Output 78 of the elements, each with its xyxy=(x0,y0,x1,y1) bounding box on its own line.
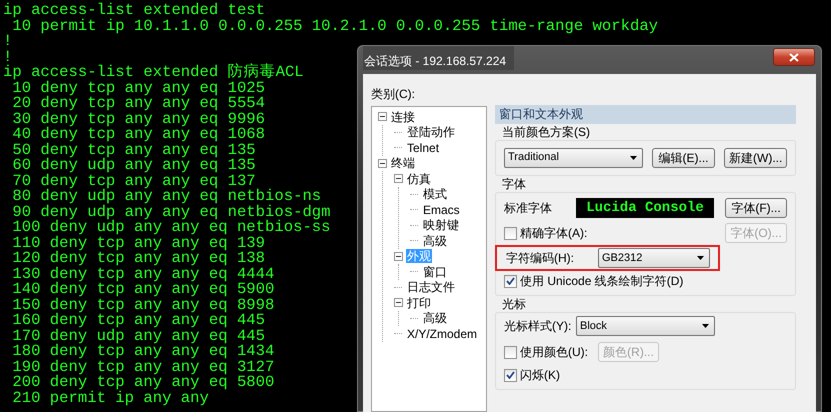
terminal-line: ip access-list extended test xyxy=(3,3,266,18)
tree-item[interactable]: Emacs xyxy=(422,202,461,217)
checkbox[interactable] xyxy=(504,368,517,382)
tree-item[interactable]: 日志文件 xyxy=(406,280,456,294)
terminal-line: 20 deny tcp any any eq 5554 xyxy=(11,96,266,112)
terminal-line: 130 deny tcp any any eq 4444 xyxy=(11,266,274,282)
button[interactable]: 新建(W)... xyxy=(724,148,787,168)
dropdown[interactable]: Block xyxy=(576,316,715,336)
dropdown[interactable]: Traditional xyxy=(504,148,643,168)
collapse-icon[interactable] xyxy=(394,174,403,184)
group-label: 光标 xyxy=(501,296,526,312)
terminal-line: 140 deny tcp any any eq 5900 xyxy=(11,282,274,298)
terminal-line: 190 deny tcp any any eq 3127 xyxy=(11,360,274,375)
tree-item[interactable]: 模式 xyxy=(422,187,448,202)
terminal-line: 150 deny tcp any any eq 8998 xyxy=(11,298,274,313)
checkbox[interactable] xyxy=(504,346,517,358)
collapse-icon[interactable] xyxy=(378,158,387,168)
checkbox-label: 闪烁(K) xyxy=(520,367,560,384)
dropdown-value: Traditional xyxy=(508,150,559,166)
close-icon xyxy=(789,52,799,62)
category-label: 类别(C): xyxy=(371,86,416,103)
terminal-line: 90 deny udp any any eq netbios-dgm xyxy=(11,204,331,220)
font-label: 标准字体 xyxy=(504,200,553,217)
tree-item[interactable]: 连接 xyxy=(390,110,416,124)
dropdown-arrow-icon xyxy=(702,324,709,328)
dropdown-arrow-icon xyxy=(697,256,704,260)
button[interactable]: 编辑(E)... xyxy=(652,148,715,168)
terminal-line: 50 deny tcp any any eq 135 xyxy=(11,142,256,158)
tree-item[interactable]: 登陆动作 xyxy=(406,125,456,140)
checkbox[interactable] xyxy=(504,274,517,288)
dropdown-value: Block xyxy=(580,318,607,334)
tree-item[interactable]: 仿真 xyxy=(406,172,432,186)
dropdown-value: GB2312 xyxy=(602,250,642,266)
terminal-line: ! xyxy=(3,34,12,50)
group-label: 当前颜色方案(S) xyxy=(501,124,590,140)
terminal-line: 30 deny tcp any any eq 9996 xyxy=(11,112,266,127)
panel-header: 窗口和文本外观 xyxy=(495,105,796,124)
tree-item[interactable]: X/Y/Zmodem xyxy=(406,326,478,341)
terminal-line: 80 deny udp any any eq netbios-ns xyxy=(11,189,322,204)
category-tree[interactable]: 连接 登陆动作 Telnet 终端 仿真 模式 Emacs 映射键 高级 外观 窗口 日志文件 打印 高级 X/Y/Zmodem xyxy=(371,106,487,412)
terminal-line: 210 permit ip any any xyxy=(11,390,209,406)
tree-item[interactable]: 终端 xyxy=(390,156,416,170)
terminal-line: 10 permit ip 10.1.1.0 0.0.0.255 10.2.1.0 0.0.0.255 time-range workday xyxy=(12,18,658,34)
collapse-icon[interactable] xyxy=(394,252,403,261)
group-label: 字体 xyxy=(501,176,526,192)
terminal-line: 170 deny udp any any eq 445 xyxy=(11,328,266,344)
dropdown[interactable]: GB2312 xyxy=(598,248,710,268)
terminal-line: 10 deny tcp any any eq 1025 xyxy=(12,80,266,96)
terminal-line: 60 deny udp any any eq 135 xyxy=(11,158,256,174)
cursor-style-label: 光标样式(Y): xyxy=(504,318,572,335)
terminal-line: 70 deny tcp any any eq 137 xyxy=(11,174,256,189)
terminal-line: 180 deny tcp any any eq 1434 xyxy=(11,344,274,360)
font-preview: Lucida Console xyxy=(576,198,714,218)
terminal-line: 120 deny tcp any any eq 138 xyxy=(11,251,266,266)
button[interactable]: 字体(F)... xyxy=(725,198,787,218)
dropdown-arrow-icon xyxy=(630,156,637,160)
terminal-line: ip access-list extended 防病毒ACL xyxy=(3,65,304,80)
tree-item[interactable]: 映射键 xyxy=(422,218,460,232)
terminal-line: 110 deny tcp any any eq 139 xyxy=(11,236,266,251)
tree-item[interactable]: 高级 xyxy=(422,311,448,326)
tree-item[interactable]: 窗口 xyxy=(422,264,448,279)
window-title: 会话选项 - 192.168.57.224 xyxy=(363,46,514,70)
checkbox-label: 精确字体(A): xyxy=(520,225,588,242)
close-button[interactable] xyxy=(773,48,815,66)
terminal-line: 160 deny tcp any any eq 445 xyxy=(11,313,266,328)
encoding-label: 字符编码(H): xyxy=(506,250,575,267)
tree-item[interactable]: Telnet xyxy=(406,140,440,155)
checkbox-label: 使用 Unicode 线条绘制字符(D) xyxy=(520,273,684,290)
tree-item[interactable]: 高级 xyxy=(422,234,448,248)
terminal-line: ! xyxy=(3,50,12,65)
collapse-icon[interactable] xyxy=(378,112,387,122)
collapse-icon[interactable] xyxy=(394,298,403,308)
terminal-line: 40 deny tcp any any eq 1068 xyxy=(11,127,266,142)
terminal-line: 100 deny udp any any eq netbios-ss xyxy=(11,220,331,236)
terminal-line: 200 deny tcp any any eq 5800 xyxy=(11,375,274,390)
checkbox[interactable] xyxy=(504,226,517,240)
checkbox-label: 使用颜色(U): xyxy=(520,344,588,361)
tree-item[interactable]: 打印 xyxy=(406,296,432,310)
